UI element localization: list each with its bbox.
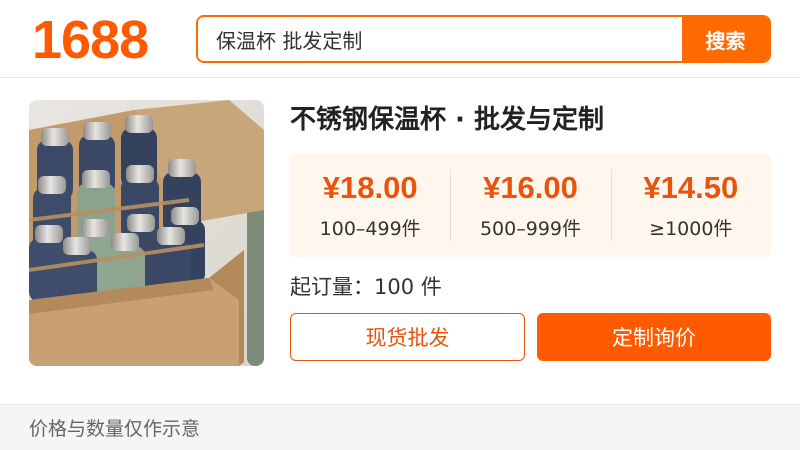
- price-tier: ¥16.00 500–999件: [450, 153, 610, 257]
- tier-quantity-range: ≥1000件: [649, 218, 733, 240]
- tier-price: ¥14.50: [643, 170, 739, 205]
- top-header: 1688 搜索: [0, 0, 800, 78]
- site-logo[interactable]: 1688: [32, 10, 149, 70]
- tier-quantity-range: 500–999件: [479, 218, 581, 240]
- tier-price: ¥18.00: [322, 170, 418, 205]
- product-image[interactable]: [29, 100, 264, 366]
- tier-price: ¥16.00: [483, 170, 578, 205]
- footer-bar: 价格与数量仅作示意: [0, 404, 800, 450]
- wholesale-button[interactable]: 现货批发: [290, 313, 525, 361]
- search-bar: 搜索: [196, 15, 771, 63]
- search-button[interactable]: 搜索: [682, 17, 769, 61]
- minimum-order-quantity: 起订量：100 件: [290, 275, 442, 299]
- tier-quantity-range: 100–499件: [319, 218, 421, 240]
- custom-inquiry-button[interactable]: 定制询价: [537, 313, 771, 361]
- product-title: 不锈钢保温杯 · 批发与定制: [290, 105, 604, 135]
- disclaimer-note: 价格与数量仅作示意: [29, 418, 201, 440]
- search-input[interactable]: [198, 17, 682, 61]
- price-tier: ¥18.00 100–499件: [290, 153, 450, 257]
- price-tier: ¥14.50 ≥1000件: [610, 153, 771, 257]
- product-photo-icon: [29, 100, 264, 366]
- price-tiers: ¥18.00 100–499件 ¥16.00 500–999件 ¥14.50 ≥…: [290, 153, 771, 257]
